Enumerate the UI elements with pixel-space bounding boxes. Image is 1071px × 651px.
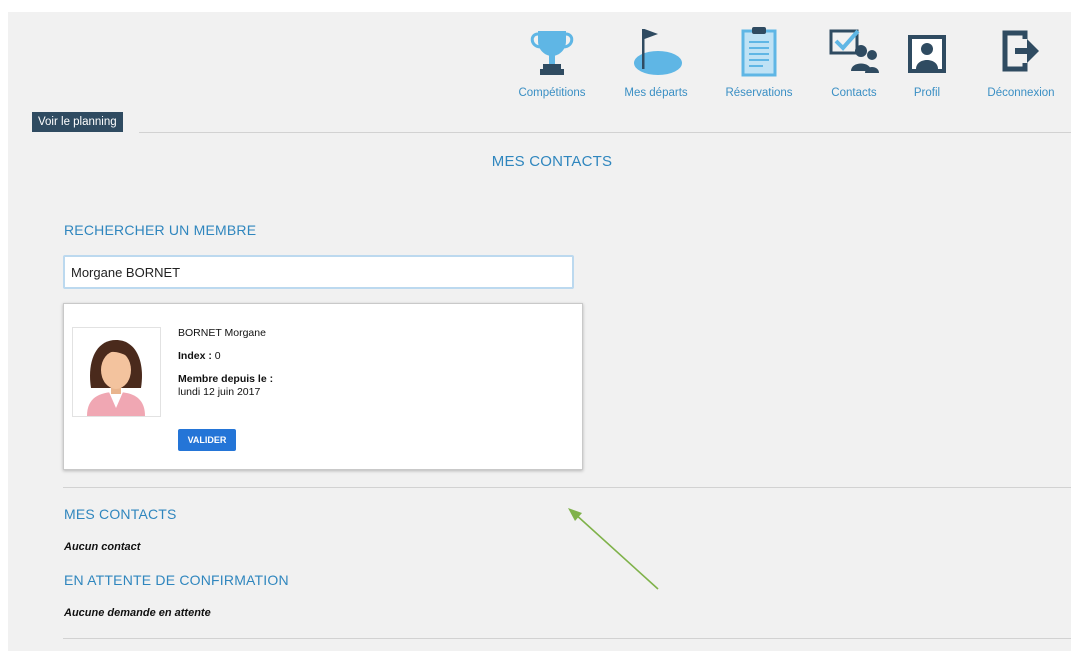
nav-label: Déconnexion xyxy=(987,87,1055,99)
nav-item-competitions[interactable]: Compétitions xyxy=(516,25,588,99)
contacts-empty-text: Aucun contact xyxy=(64,541,141,553)
annotation-arrow-icon xyxy=(568,508,659,590)
member-index: Index : 0 xyxy=(178,350,221,362)
nav-label: Profil xyxy=(913,87,941,99)
voir-planning-button[interactable]: Voir le planning xyxy=(32,112,123,132)
member-name: BORNET Morgane xyxy=(178,327,266,339)
avatar xyxy=(72,327,161,417)
nav-label: Mes départs xyxy=(624,87,688,99)
nav-item-profil[interactable]: Profil xyxy=(906,25,948,99)
main-nav: Compétitions Mes départs Réservations Co… xyxy=(0,25,1071,105)
nav-label: Réservations xyxy=(725,87,793,99)
trophy-icon xyxy=(530,31,574,75)
contacts-icon xyxy=(829,29,879,73)
index-label: Index : xyxy=(178,350,212,362)
female-avatar-icon xyxy=(87,340,145,416)
nav-label: Contacts xyxy=(831,87,877,99)
nav-item-mes-departs[interactable]: Mes départs xyxy=(620,25,692,99)
logout-icon xyxy=(1002,30,1039,72)
nav-item-contacts[interactable]: Contacts xyxy=(826,25,882,99)
validate-button[interactable]: VALIDER xyxy=(178,429,236,451)
nav-item-deconnexion[interactable]: Déconnexion xyxy=(983,25,1059,99)
nav-item-reservations[interactable]: Réservations xyxy=(722,25,796,99)
member-result-card: BORNET Morgane Index : 0 Membre depuis l… xyxy=(63,303,583,470)
bottom-divider xyxy=(63,638,1071,639)
header-divider xyxy=(139,132,1071,133)
profile-icon xyxy=(908,35,946,73)
member-since-value: lundi 12 juin 2017 xyxy=(178,386,261,398)
section-divider xyxy=(63,487,1071,488)
contacts-section-title: MES CONTACTS xyxy=(64,506,177,522)
index-value: 0 xyxy=(214,350,221,362)
clipboard-icon xyxy=(741,27,777,77)
search-section-title: RECHERCHER UN MEMBRE xyxy=(64,222,257,238)
nav-label: Compétitions xyxy=(518,87,586,99)
pending-section-title: EN ATTENTE DE CONFIRMATION xyxy=(64,572,289,588)
member-since-label: Membre depuis le : xyxy=(178,373,274,385)
page-title: MES CONTACTS xyxy=(491,153,613,170)
search-input[interactable] xyxy=(63,255,574,289)
golf-flag-icon xyxy=(634,29,682,75)
pending-empty-text: Aucune demande en attente xyxy=(64,607,211,619)
